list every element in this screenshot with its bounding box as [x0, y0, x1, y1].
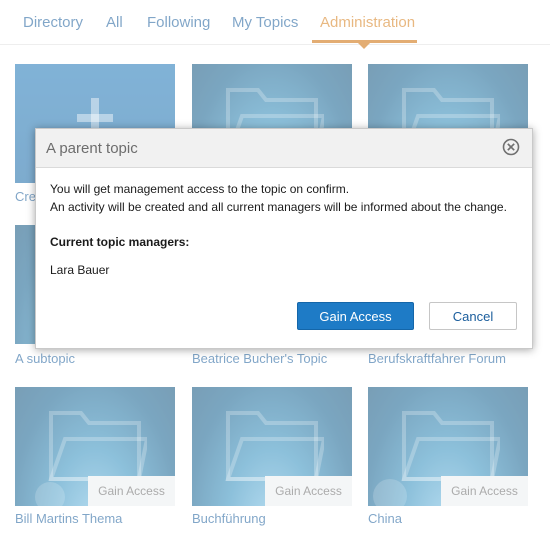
cancel-button[interactable]: Cancel	[429, 302, 517, 330]
dialog-message-line1: You will get management access to the to…	[50, 182, 350, 196]
gain-access-button[interactable]: Gain Access	[297, 302, 414, 330]
gain-access-dialog: A parent topic You will get management a…	[35, 128, 533, 349]
dialog-header: A parent topic	[36, 129, 532, 168]
close-icon[interactable]	[502, 138, 520, 156]
dialog-title: A parent topic	[46, 140, 138, 157]
managers-heading: Current topic managers:	[50, 235, 190, 249]
dialog-message-line2: An activity will be created and all curr…	[50, 200, 507, 214]
manager-name: Lara Bauer	[50, 263, 110, 277]
